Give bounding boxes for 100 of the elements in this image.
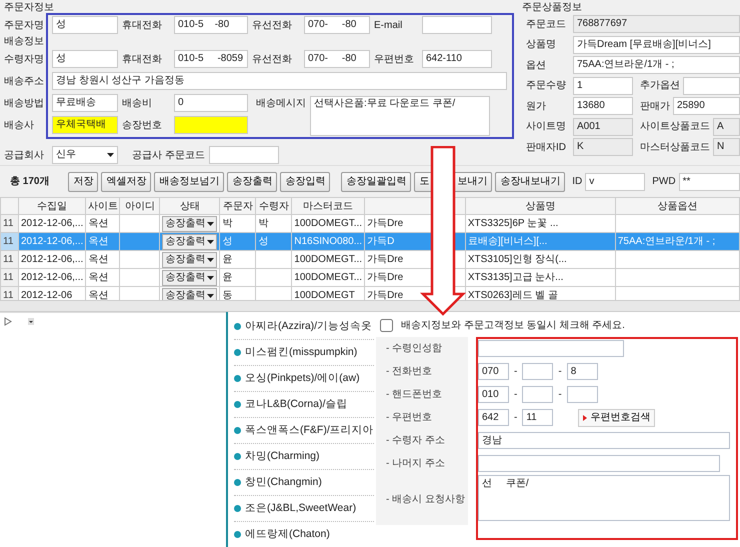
column-header: 사이트 [86,198,120,214]
row-number: 11 [0,268,18,286]
input-field[interactable]: 무료배송 [52,94,118,112]
input-field[interactable] [522,386,554,403]
input-field[interactable]: 010 [478,386,509,403]
input-field[interactable]: 0 [174,94,248,112]
field-label: 판매가 [640,100,670,114]
table-cell: XTS3105]인형 장식(... [465,250,616,268]
toolbar-button[interactable]: 송장입력 [280,172,330,192]
toolbar-button[interactable]: 송장출력 [227,172,278,192]
field-label: 수령자명 [4,52,45,66]
checkbox[interactable] [380,319,393,332]
field-label: 공급회사 [4,148,45,162]
input-field[interactable]: 010-5 -8059 [174,50,248,68]
input-field[interactable]: 1 [573,76,633,95]
total-count: 총 170개 [10,175,50,189]
input-field[interactable]: A [713,118,740,136]
table-cell: XTS3135]고급 눈사... [465,268,616,286]
input-field[interactable] [478,340,624,357]
field-label: - 수령인성함 [386,342,444,356]
input-field[interactable]: 경남 [478,432,730,449]
input-field[interactable]: 642-110 [422,50,492,68]
input-field[interactable]: 11 [522,409,554,426]
input-field[interactable]: 070- -80 [304,16,370,34]
column-header: 상태 [160,198,220,214]
input-field[interactable]: 25890 [673,97,740,116]
input-field[interactable]: v [585,172,646,190]
field-label: 주문코드 [526,18,567,32]
input-field[interactable]: ** [678,172,740,190]
brand-link[interactable]: 아찌라(Azzira)/기능성속옷 [234,314,374,340]
status-dropdown[interactable]: 송장출력 [162,234,218,250]
toolbar-button[interactable]: 배송정보넘기 [154,172,224,192]
field-label: 유선전화 [252,18,293,32]
bullet-icon [234,427,241,434]
field-label: 배송방법 [4,96,45,110]
input-field[interactable] [683,76,740,95]
field-label: - 전화번호 [386,365,434,379]
field-label: 원가 [526,100,547,114]
table-cell: 윤 [220,250,256,268]
input-field[interactable] [422,16,492,34]
brand-link[interactable]: 폭스앤폭스(F&F)/프리지아 [234,418,374,444]
checkbox-label: 배송지정보와 주문고객정보 동일시 체크해 주세요. [401,319,625,333]
table-cell: 성 [220,232,256,250]
zip-search-button[interactable]: 우편번호검색 [578,408,656,426]
status-dropdown[interactable]: 송장출력 [162,288,218,300]
play-icon [4,317,12,326]
field-label: - 수령자 주소 [386,434,446,448]
input-field[interactable]: K [573,138,633,156]
input-field[interactable] [522,363,554,380]
dropdown-icon [28,318,34,325]
brand-link[interactable]: 조은(J&BL,SweetWear) [234,496,374,522]
input-field[interactable] [566,386,598,403]
input-field[interactable] [208,146,279,164]
input-field[interactable]: 768877697 [573,15,740,34]
column-header: 상품옵션 [615,198,740,214]
toolbar-button[interactable]: 송장일괄입력 [341,172,412,192]
horizontal-scrollbar[interactable] [0,300,740,312]
input-field[interactable]: 070 [478,363,509,380]
message-field[interactable]: 선택사은품:무료 다운로드 쿠폰/ [310,96,490,136]
toolbar-button[interactable]: 저장 [68,172,98,192]
input-field[interactable]: 경남 창원시 성산구 가음정동 [52,72,507,90]
input-field[interactable]: 010-5 -80 [174,16,248,34]
brand-link[interactable]: 에뜨랑제(Chaton) [234,522,374,547]
input-field[interactable]: 가득Dream [무료배송][비너스] [573,36,740,54]
row-number: 11 [0,286,18,300]
input-field[interactable]: A001 [573,118,633,136]
input-field[interactable] [478,455,720,472]
row-number: 11 [0,214,18,232]
bullet-icon [234,349,241,356]
table-row[interactable]: 11 2012-12-06,... 옥션 송장출력 성 성 N16SINO080... 가득D 료배송][비너스][... 75AA:연브라운/1개 - ; [0,232,740,250]
status-dropdown[interactable]: 송장출력 [162,216,218,232]
input-field[interactable]: 070- -80 [304,50,370,68]
input-field[interactable]: 우체국택배 [52,116,118,134]
bullet-icon [234,375,241,382]
input-field[interactable]: 8 [566,363,598,380]
row-number: 11 [0,232,18,250]
brand-link[interactable]: 미스펌킨(misspumpkin) [234,340,374,366]
input-field[interactable]: 642 [478,409,509,426]
table-cell: 성 [256,232,292,250]
toolbar-button[interactable]: 송장내보내기 [495,172,566,192]
input-field[interactable]: 75AA:연브라운/1개 - ; [573,56,740,74]
bullet-icon [234,505,241,512]
request-field[interactable]: 선 쿠폰/ [478,475,730,521]
input-field[interactable]: 성 [52,16,118,34]
brand-link[interactable]: 코나L&B(Corna)/슬립 [234,392,374,418]
input-field[interactable] [174,116,248,134]
bullet-icon [234,531,241,538]
input-field[interactable]: N [713,138,740,156]
toolbar-button[interactable]: 엑셀저장 [101,172,152,192]
status-dropdown[interactable]: 송장출력 [162,270,218,286]
input-field[interactable]: 성 [52,50,118,68]
input-field[interactable]: 13680 [573,97,633,116]
table-cell: 100DOMEGT... [292,268,365,286]
bullet-icon [234,401,241,408]
supplier-dropdown[interactable]: 신우 [52,146,118,164]
field-label: 주문수량 [526,79,567,94]
brand-link[interactable]: 창민(Changmin) [234,470,374,496]
status-dropdown[interactable]: 송장출력 [162,252,218,268]
brand-link[interactable]: 차밍(Charming) [234,444,374,470]
brand-link[interactable]: 오싱(Pinkpets)/에이(aw) [234,366,374,392]
